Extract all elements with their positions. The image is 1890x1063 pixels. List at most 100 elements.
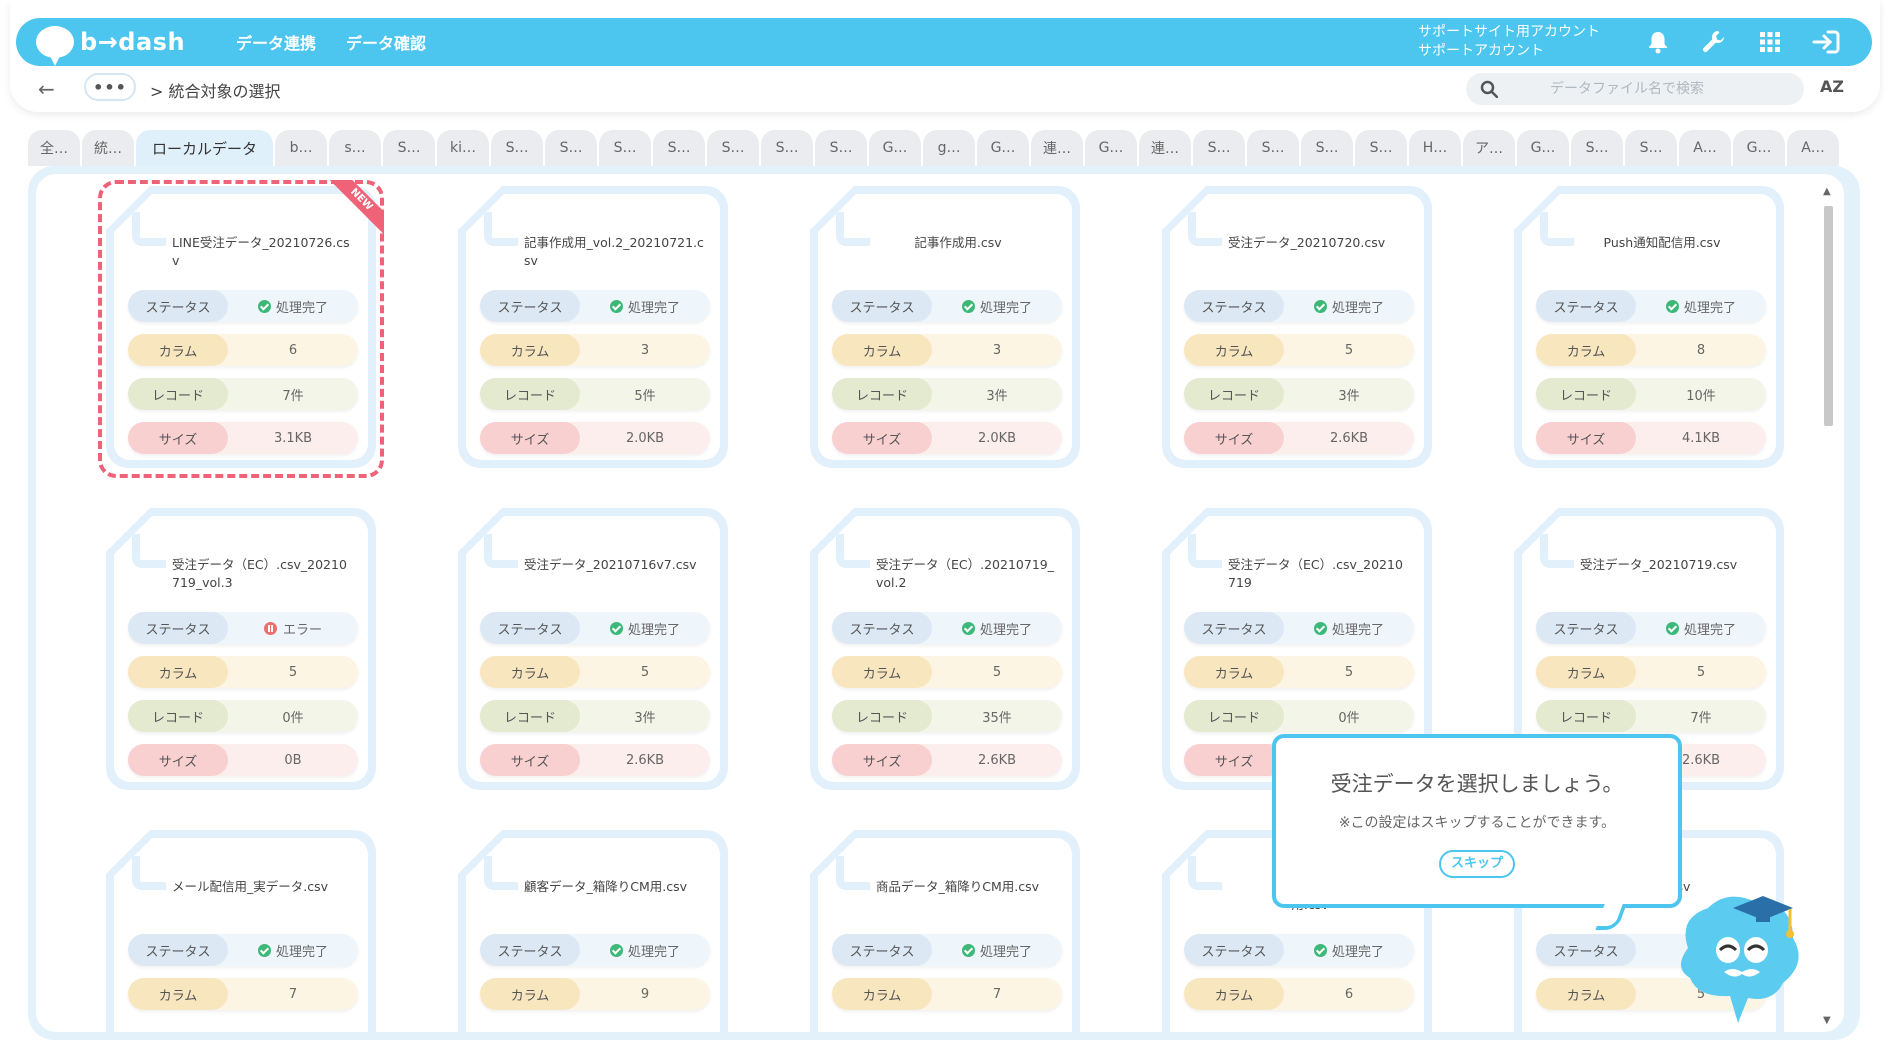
- rec-text: 7件: [282, 388, 304, 404]
- size-value: 2.0KB: [580, 422, 710, 454]
- breadcrumb-more-button[interactable]: •••: [84, 73, 136, 101]
- tab-item[interactable]: S…: [653, 130, 706, 166]
- file-card[interactable]: 受注データ_20210720.csv ステータス 処理完了 カラム 5 レコード 3件 サイズ…: [1162, 186, 1432, 468]
- tab-item[interactable]: b…: [275, 130, 328, 166]
- size-row: サイズ 3.1KB: [128, 422, 358, 454]
- file-card[interactable]: 商品データ_箱降りCM用.csv ステータス 処理完了 カラム 7: [810, 830, 1080, 1032]
- tab-item[interactable]: A…: [1787, 130, 1840, 166]
- file-card-frame: 顧客データ_箱降りCM用.csv ステータス 処理完了 カラム 9: [458, 830, 728, 1032]
- status-text: 処理完了: [627, 300, 680, 316]
- search-input[interactable]: [1550, 81, 1804, 97]
- file-card-body: 記事作成用_vol.2_20210721.csv ステータス 処理完了 カラム 3 レコー…: [466, 194, 720, 460]
- file-card-body: 受注データ_20210720.csv ステータス 処理完了 カラム 5 レコード 3件 サイズ…: [1170, 194, 1424, 460]
- col-label: カラム: [128, 656, 228, 688]
- tab-item[interactable]: G…: [977, 130, 1030, 166]
- tab-item[interactable]: 連…: [1139, 130, 1192, 166]
- size-label: サイズ: [480, 744, 580, 776]
- status-text: 処理完了: [979, 944, 1032, 960]
- col-value: 3: [932, 334, 1062, 366]
- status-label: ステータス: [128, 612, 228, 644]
- tab-item[interactable]: ア…: [1463, 130, 1516, 166]
- file-card[interactable]: メール配信用_実データ.csv ステータス 処理完了 カラム 7: [106, 830, 376, 1032]
- col-value: 5: [932, 656, 1062, 688]
- status-row: ステータス 処理完了: [832, 290, 1062, 322]
- tab-item[interactable]: S…: [761, 130, 814, 166]
- status-text: 処理完了: [275, 300, 328, 316]
- tab-item[interactable]: 統…: [82, 130, 134, 166]
- nav-data-check[interactable]: データ確認: [346, 30, 426, 54]
- rec-label: レコード: [480, 378, 580, 410]
- tab-item[interactable]: S…: [1625, 130, 1678, 166]
- grid-icon[interactable]: [1742, 22, 1798, 62]
- tab-item[interactable]: A…: [1679, 130, 1732, 166]
- file-card[interactable]: 受注データ（EC）.csv_20210719_vol.3 ステータス エラー カラム 5…: [106, 508, 376, 790]
- rec-row: レコード 0件: [1184, 700, 1414, 732]
- tab-item[interactable]: S…: [491, 130, 544, 166]
- file-card[interactable]: LINE受注データ_20210726.csv ステータス 処理完了 カラム 6 レコード 7…: [98, 180, 384, 478]
- file-card-body: メール配信用_実データ.csv ステータス 処理完了 カラム 7: [114, 838, 368, 1032]
- file-card-body: 顧客データ_箱降りCM用.csv ステータス 処理完了 カラム 9: [466, 838, 720, 1032]
- file-card[interactable]: 受注データ（EC）.20210719_vol.2 ステータス 処理完了 カラム 5 レコー…: [810, 508, 1080, 790]
- rec-value: 7件: [228, 378, 358, 410]
- tab-item[interactable]: S…: [1301, 130, 1354, 166]
- tab-item[interactable]: S…: [1193, 130, 1246, 166]
- tab-item[interactable]: G…: [1733, 130, 1786, 166]
- status-value: 処理完了: [1284, 290, 1414, 322]
- tab-item[interactable]: S…: [1571, 130, 1624, 166]
- file-card[interactable]: 顧客データ_箱降りCM用.csv ステータス 処理完了 カラム 9: [458, 830, 728, 1032]
- tab-item[interactable]: S…: [545, 130, 598, 166]
- check-icon: [609, 621, 623, 635]
- scroll-down-icon[interactable]: ▼: [1823, 1015, 1831, 1026]
- logo[interactable]: b→dash: [36, 26, 206, 66]
- search-box[interactable]: [1466, 73, 1804, 105]
- nav-data-integration[interactable]: データ連携: [236, 30, 316, 54]
- sort-az-button[interactable]: AZ: [1820, 77, 1844, 96]
- file-card[interactable]: 記事作成用.csv ステータス 処理完了 カラム 3 レコード 3件 サイズ 2.0KB: [810, 186, 1080, 468]
- file-name: 受注データ（EC）.20210719_vol.2: [876, 557, 1054, 590]
- rec-row: レコード 5件: [480, 378, 710, 410]
- tab-item[interactable]: ki…: [437, 130, 490, 166]
- size-label: サイズ: [1184, 422, 1284, 454]
- tab-item[interactable]: 連…: [1031, 130, 1084, 166]
- skip-button[interactable]: スキップ: [1439, 850, 1515, 878]
- col-value: 5: [1284, 334, 1414, 366]
- rec-label: レコード: [128, 700, 228, 732]
- file-fold-icon: [132, 534, 166, 568]
- tab-item[interactable]: g…: [923, 130, 976, 166]
- tab-item[interactable]: 全…: [28, 130, 80, 166]
- tab-item[interactable]: S…: [815, 130, 868, 166]
- rec-label: レコード: [1184, 700, 1284, 732]
- bell-icon[interactable]: [1630, 22, 1686, 62]
- tab-item[interactable]: S…: [599, 130, 652, 166]
- file-card[interactable]: 記事作成用_vol.2_20210721.csv ステータス 処理完了 カラム 3 レコー…: [458, 186, 728, 468]
- file-name: 記事作成用_vol.2_20210721.csv: [524, 235, 704, 268]
- file-card[interactable]: Push通知配信用.csv ステータス 処理完了 カラム 8 レコード 10件 サイズ 4.1K…: [1514, 186, 1784, 468]
- scroll-thumb[interactable]: [1824, 206, 1833, 426]
- rec-value: 3件: [580, 700, 710, 732]
- file-name: 商品データ_箱降りCM用.csv: [876, 879, 1040, 894]
- logout-icon[interactable]: [1798, 22, 1854, 62]
- tab-item[interactable]: G…: [1085, 130, 1138, 166]
- rec-label: レコード: [832, 700, 932, 732]
- scroll-up-icon[interactable]: ▲: [1823, 186, 1831, 197]
- scrollbar[interactable]: ▲ ▼: [1820, 186, 1836, 1026]
- tab-item[interactable]: S…: [1247, 130, 1300, 166]
- account-info[interactable]: サポートサイト用アカウント サポートアカウント: [1418, 23, 1600, 61]
- file-card-body: 受注データ（EC）.csv_20210719_vol.3 ステータス エラー カラム 5…: [114, 516, 368, 782]
- tab-item[interactable]: ローカルデータ: [136, 130, 274, 166]
- file-name: 受注データ_20210716v7.csv: [524, 557, 697, 572]
- tab-item[interactable]: S…: [383, 130, 436, 166]
- file-name: 受注データ（EC）.csv_20210719: [1228, 557, 1403, 590]
- tab-item[interactable]: G…: [869, 130, 922, 166]
- size-text: 4.1KB: [1681, 430, 1721, 446]
- rec-value: 5件: [580, 378, 710, 410]
- tab-item[interactable]: G…: [1517, 130, 1570, 166]
- tab-item[interactable]: H…: [1409, 130, 1462, 166]
- tab-item[interactable]: s…: [329, 130, 382, 166]
- tab-item[interactable]: S…: [1355, 130, 1408, 166]
- back-arrow-icon[interactable]: ←: [38, 77, 55, 101]
- file-card-frame: 受注データ_20210716v7.csv ステータス 処理完了 カラム 5 レコード 3件サ…: [458, 508, 728, 790]
- tab-item[interactable]: S…: [707, 130, 760, 166]
- wrench-icon[interactable]: [1686, 22, 1742, 62]
- file-card[interactable]: 受注データ_20210716v7.csv ステータス 処理完了 カラム 5 レコード 3件サ…: [458, 508, 728, 790]
